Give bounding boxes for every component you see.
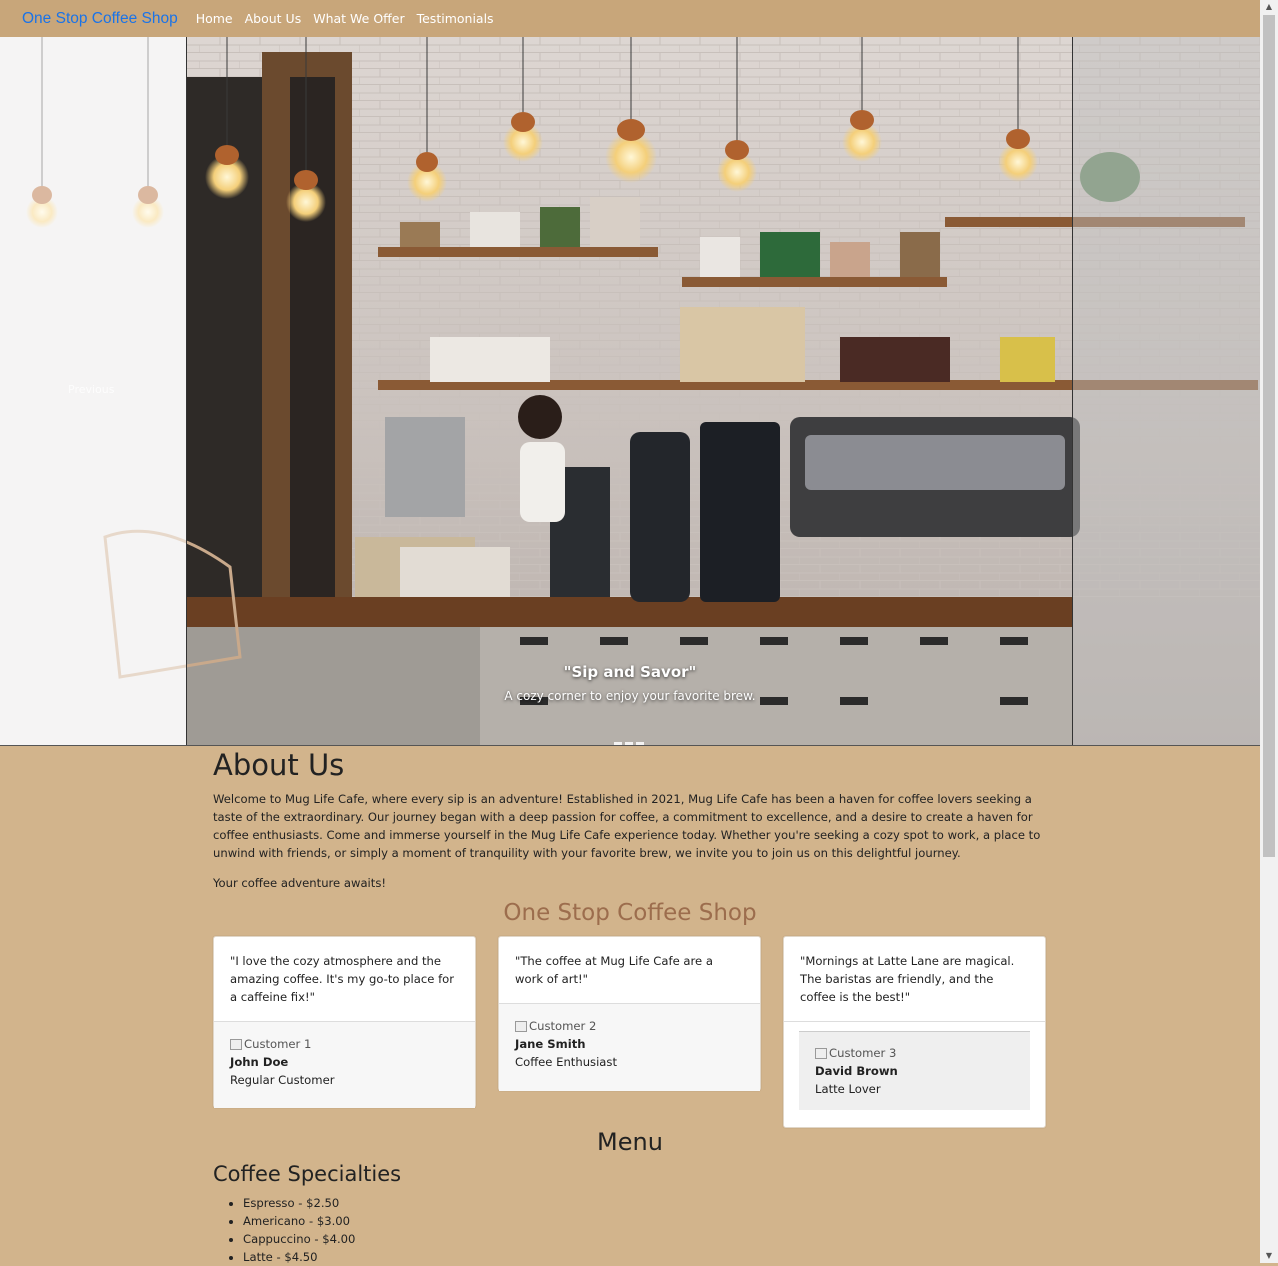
page-scrollbar[interactable]: ▲ ▼: [1260, 0, 1278, 1263]
customer-image: Customer 1: [230, 1035, 459, 1053]
about-section: About Us Welcome to Mug Life Cafe, where…: [213, 748, 1049, 892]
testimonial-card: "The coffee at Mug Life Cafe are a work …: [498, 936, 761, 1091]
testimonial-card: "Mornings at Latte Lane are magical. The…: [783, 936, 1046, 1128]
carousel-caption: "Sip and Savor" A cozy corner to enjoy y…: [0, 663, 1260, 703]
menu-heading: Menu: [597, 1128, 663, 1156]
customer-image: Customer 3: [815, 1044, 1014, 1062]
testimonial-quote: "I love the cozy atmosphere and the amaz…: [214, 937, 475, 1022]
scrollbar-thumb[interactable]: [1263, 15, 1275, 857]
carousel-next-control[interactable]: [1072, 37, 1260, 745]
nav-link-what-we-offer[interactable]: What We Offer: [313, 11, 404, 26]
scroll-up-icon[interactable]: ▲: [1260, 0, 1278, 14]
about-title: About Us: [213, 748, 345, 782]
testimonials-heading: One Stop Coffee Shop: [503, 900, 757, 926]
hero-carousel: Previous "Sip and Savor" A cozy corner t…: [0, 37, 1260, 746]
nav-links: Home About Us What We Offer Testimonials: [196, 11, 506, 26]
menu-item: Latte - $4.50: [243, 1248, 355, 1266]
customer-role: Regular Customer: [230, 1073, 335, 1087]
menu-list: Espresso - $2.50 Americano - $3.00 Cappu…: [213, 1194, 355, 1266]
carousel-prev-control[interactable]: Previous: [0, 37, 187, 745]
testimonial-footer: Customer 3 David Brown Latte Lover: [799, 1031, 1030, 1110]
cafe-interior-image: [0, 37, 1260, 745]
navbar: One Stop Coffee Shop Home About Us What …: [0, 0, 1260, 37]
menu-item: Espresso - $2.50: [243, 1194, 355, 1212]
nav-link-testimonials[interactable]: Testimonials: [417, 11, 494, 26]
caption-text: A cozy corner to enjoy your favorite bre…: [504, 689, 756, 703]
broken-image-icon: [815, 1047, 827, 1059]
customer-image: Customer 2: [515, 1017, 744, 1035]
testimonial-footer: Customer 2 Jane Smith Coffee Enthusiast: [499, 1004, 760, 1091]
menu-item: Americano - $3.00: [243, 1212, 355, 1230]
brand-link[interactable]: One Stop Coffee Shop: [22, 10, 178, 28]
menu-item: Cappuccino - $4.00: [243, 1230, 355, 1248]
customer-name: John Doe: [230, 1055, 289, 1069]
scroll-down-icon[interactable]: ▼: [1260, 1249, 1278, 1263]
testimonial-quote: "The coffee at Mug Life Cafe are a work …: [499, 937, 760, 1004]
about-tagline: Your coffee adventure awaits!: [213, 876, 387, 890]
carousel-indicator[interactable]: [614, 742, 622, 745]
carousel-indicator[interactable]: [636, 742, 644, 745]
caption-title: "Sip and Savor": [563, 663, 697, 681]
carousel-indicators: [614, 742, 647, 745]
customer-name: David Brown: [815, 1064, 898, 1078]
nav-link-about[interactable]: About Us: [245, 11, 302, 26]
testimonial-footer: Customer 1 John Doe Regular Customer: [214, 1022, 475, 1108]
carousel-indicator[interactable]: [625, 742, 633, 745]
broken-image-icon: [230, 1038, 242, 1050]
customer-role: Coffee Enthusiast: [515, 1055, 617, 1069]
carousel-prev-label: Previous: [68, 383, 115, 396]
testimonial-quote: "Mornings at Latte Lane are magical. The…: [784, 937, 1045, 1022]
broken-image-icon: [515, 1020, 527, 1032]
testimonial-card: "I love the cozy atmosphere and the amaz…: [213, 936, 476, 1108]
customer-name: Jane Smith: [515, 1037, 586, 1051]
nav-link-home[interactable]: Home: [196, 11, 233, 26]
about-paragraph: Welcome to Mug Life Cafe, where every si…: [213, 792, 1041, 860]
customer-role: Latte Lover: [815, 1082, 881, 1096]
menu-section-title: Coffee Specialties: [213, 1162, 402, 1186]
